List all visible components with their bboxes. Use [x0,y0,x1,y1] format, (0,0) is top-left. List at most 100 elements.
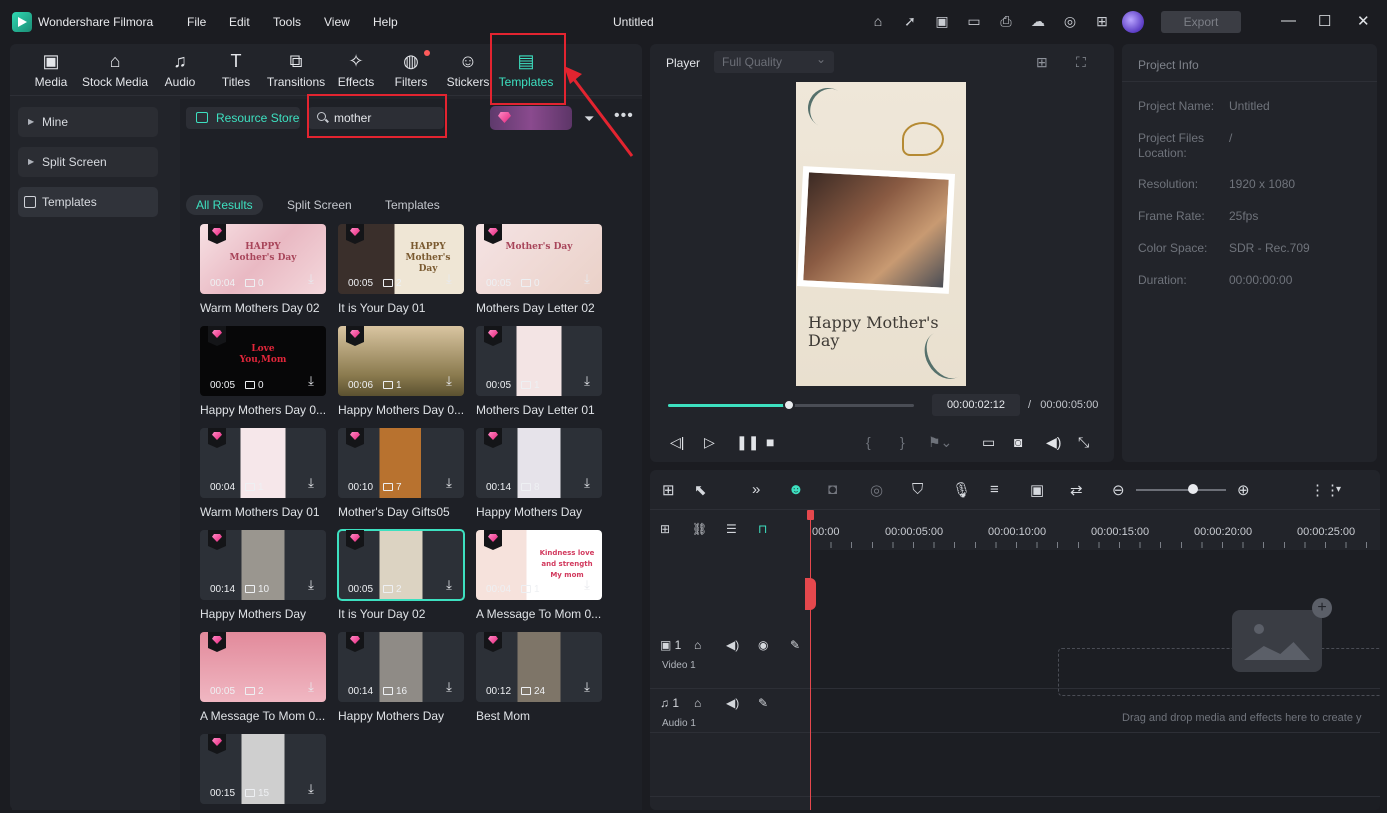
stop-icon[interactable]: ■ [766,434,774,450]
ai-camera-icon[interactable]: ◘ [828,481,837,498]
quality-select[interactable]: Full Quality [714,48,834,73]
download-icon[interactable]: ⤓ [442,374,456,388]
marker-icon[interactable]: ⚑⌄ [928,434,952,451]
template-card[interactable]: HAPPY Mother's Day 00:04 0 ⤓ Warm Mothers Da… [200,224,326,315]
mute-icon[interactable]: ◀) [726,638,739,652]
download-icon[interactable]: ⤓ [442,680,456,694]
swap-icon[interactable]: ⇄ [1070,481,1083,499]
zoom-out-icon[interactable]: ⊖ [1112,481,1125,499]
cloud-icon[interactable]: ☁ [1029,12,1047,30]
avatar[interactable] [1122,11,1144,33]
download-icon[interactable]: ⤓ [580,578,594,592]
template-card[interactable]: 00:1515⤓Love You Mom [200,734,326,813]
tab-filters[interactable]: ◍ Filters [392,50,430,89]
subtab-all-results[interactable]: All Results [186,195,263,215]
template-card[interactable]: 00:14 16 ⤓ Happy Mothers Day [338,632,464,723]
tab-titles[interactable]: T Titles [220,50,252,89]
shield-icon[interactable]: ⛉ [912,481,923,498]
template-thumbnail[interactable]: Love You,Mom 00:05 0 ⤓ [200,326,326,396]
folder-icon[interactable]: ⌂ [694,696,701,710]
sidebar-item-templates[interactable]: Templates [18,187,158,217]
template-card[interactable]: 00:14 10 ⤓ Happy Mothers Day [200,530,326,621]
playhead-handle[interactable] [805,578,816,610]
download-icon[interactable]: ⤓ [304,680,318,694]
apps-grid-icon[interactable]: ⊞ [1093,12,1111,30]
menu-file[interactable]: File [187,15,206,29]
camera-icon[interactable]: ◙ [1014,434,1022,450]
template-card[interactable]: HAPPY Mother's Day 00:05 2 ⤓ It is Your Day … [338,224,464,315]
ai-tool-icon[interactable]: ✎ [790,638,800,652]
gift-icon[interactable]: ⌂ [869,12,887,30]
template-thumbnail[interactable]: 00:12 24 ⤓ [476,632,602,702]
template-card[interactable]: 00:10 7 ⤓ Mother's Day Gifts05 [338,428,464,519]
tab-audio[interactable]: ♫ Audio [162,50,198,89]
minimize-icon[interactable]: — [1281,12,1296,29]
close-icon[interactable]: ✕ [1357,12,1370,30]
send-icon[interactable]: ➚ [901,12,919,30]
current-time[interactable]: 00:00:02:12 [932,394,1020,416]
template-thumbnail[interactable]: 00:14 16 ⤓ [338,632,464,702]
snapshot-icon[interactable]: ▣ [1030,481,1044,499]
mark-out-icon[interactable]: } [900,434,905,450]
progress-handle[interactable] [782,399,795,411]
template-thumbnail[interactable]: 00:05 1 ⤓ [476,326,602,396]
menu-view[interactable]: View [324,15,350,29]
menu-help[interactable]: Help [373,15,398,29]
template-card[interactable]: 00:04 1 ⤓ Warm Mothers Day 01 [200,428,326,519]
headset-icon[interactable]: ◎ [1061,12,1079,30]
add-track-icon[interactable]: ⊞ [660,522,670,536]
template-card[interactable]: 00:05 2 ⤓ A Message To Mom 0... [200,632,326,723]
play-icon[interactable]: ▷ [704,434,715,451]
template-card[interactable]: Mother's Day 00:05 0 ⤓ Mothers Day Letter 02 [476,224,602,315]
template-thumbnail[interactable]: Kindness love and strength My mom 00:04 1 ⤓ [476,530,602,600]
template-card[interactable]: Love You,Mom 00:05 0 ⤓ Happy Mothers Day 0..… [200,326,326,417]
time-ruler[interactable]: 00:00 00:00:05:00 00:00:10:00 00:00:15:0… [810,510,1380,550]
audio-edit-icon[interactable]: ≡ [990,481,999,498]
fullscreen-icon[interactable]: ⤡ [1078,434,1089,451]
template-card[interactable]: 00:12 24 ⤓ Best Mom [476,632,602,723]
subtab-templates[interactable]: Templates [385,195,440,215]
download-icon[interactable]: ⤓ [304,578,318,592]
template-card[interactable]: 00:14 8 ⤓ Happy Mothers Day [476,428,602,519]
sidebar-item-mine[interactable]: ▶ Mine [18,107,158,137]
select-tool-icon[interactable]: ⬉ [694,481,707,499]
download-icon[interactable]: ⤓ [304,476,318,490]
template-card[interactable]: 00:05 2 ⤓ It is Your Day 02 [337,529,465,621]
template-thumbnail[interactable]: HAPPY Mother's Day 00:04 0 ⤓ [200,224,326,294]
download-icon[interactable]: ⤓ [580,272,594,286]
drop-zone[interactable] [1058,648,1380,696]
ai-robot-icon[interactable]: ☻ [788,481,804,498]
tab-stock-media[interactable]: ⌂ Stock Media [82,50,148,89]
template-card[interactable]: Kindness love and strength My mom 00:04 1 ⤓… [476,530,602,621]
save-icon[interactable]: ⎙ [997,12,1015,30]
ai-tool-icon[interactable]: ✎ [758,696,768,710]
template-thumbnail[interactable]: HAPPY Mother's Day 00:05 2 ⤓ [338,224,464,294]
zoom-slider[interactable] [1136,489,1226,491]
template-card[interactable]: 00:06 1 ⤓ Happy Mothers Day 0... [338,326,464,417]
display-icon[interactable]: ▭ [982,434,995,451]
template-thumbnail[interactable]: 00:14 10 ⤓ [200,530,326,600]
playhead[interactable] [810,512,811,810]
download-icon[interactable]: ⤓ [442,578,456,592]
resource-store-button[interactable]: Resource Store [186,107,300,129]
track-layout-icon[interactable]: ☰ [726,522,737,536]
download-icon[interactable]: ⤓ [304,272,318,286]
template-thumbnail[interactable]: Mother's Day 00:05 0 ⤓ [476,224,602,294]
sidebar-item-split-screen[interactable]: ▶ Split Screen [18,147,158,177]
download-icon[interactable]: ⤓ [580,680,594,694]
subtab-split-screen[interactable]: Split Screen [287,195,352,215]
tasks-icon[interactable]: ▣ [933,12,951,30]
magnet-icon[interactable]: ⊓ [758,522,767,536]
download-icon[interactable]: ⤓ [442,476,456,490]
template-thumbnail[interactable]: 00:04 1 ⤓ [200,428,326,498]
template-card[interactable]: 00:05 1 ⤓ Mothers Day Letter 01 [476,326,602,417]
mute-icon[interactable]: ◀) [726,696,739,710]
template-thumbnail[interactable]: 00:06 1 ⤓ [338,326,464,396]
grid-view-icon[interactable]: ⊞ [1036,54,1048,71]
pause-icon[interactable]: ❚❚ [736,434,759,451]
add-icon[interactable]: + [1312,598,1332,618]
eye-icon[interactable]: ◉ [758,638,768,652]
tab-stickers[interactable]: ☺ Stickers [446,50,490,89]
chevron-down-icon[interactable]: ▾ [1336,484,1341,495]
download-icon[interactable]: ⤓ [304,374,318,388]
